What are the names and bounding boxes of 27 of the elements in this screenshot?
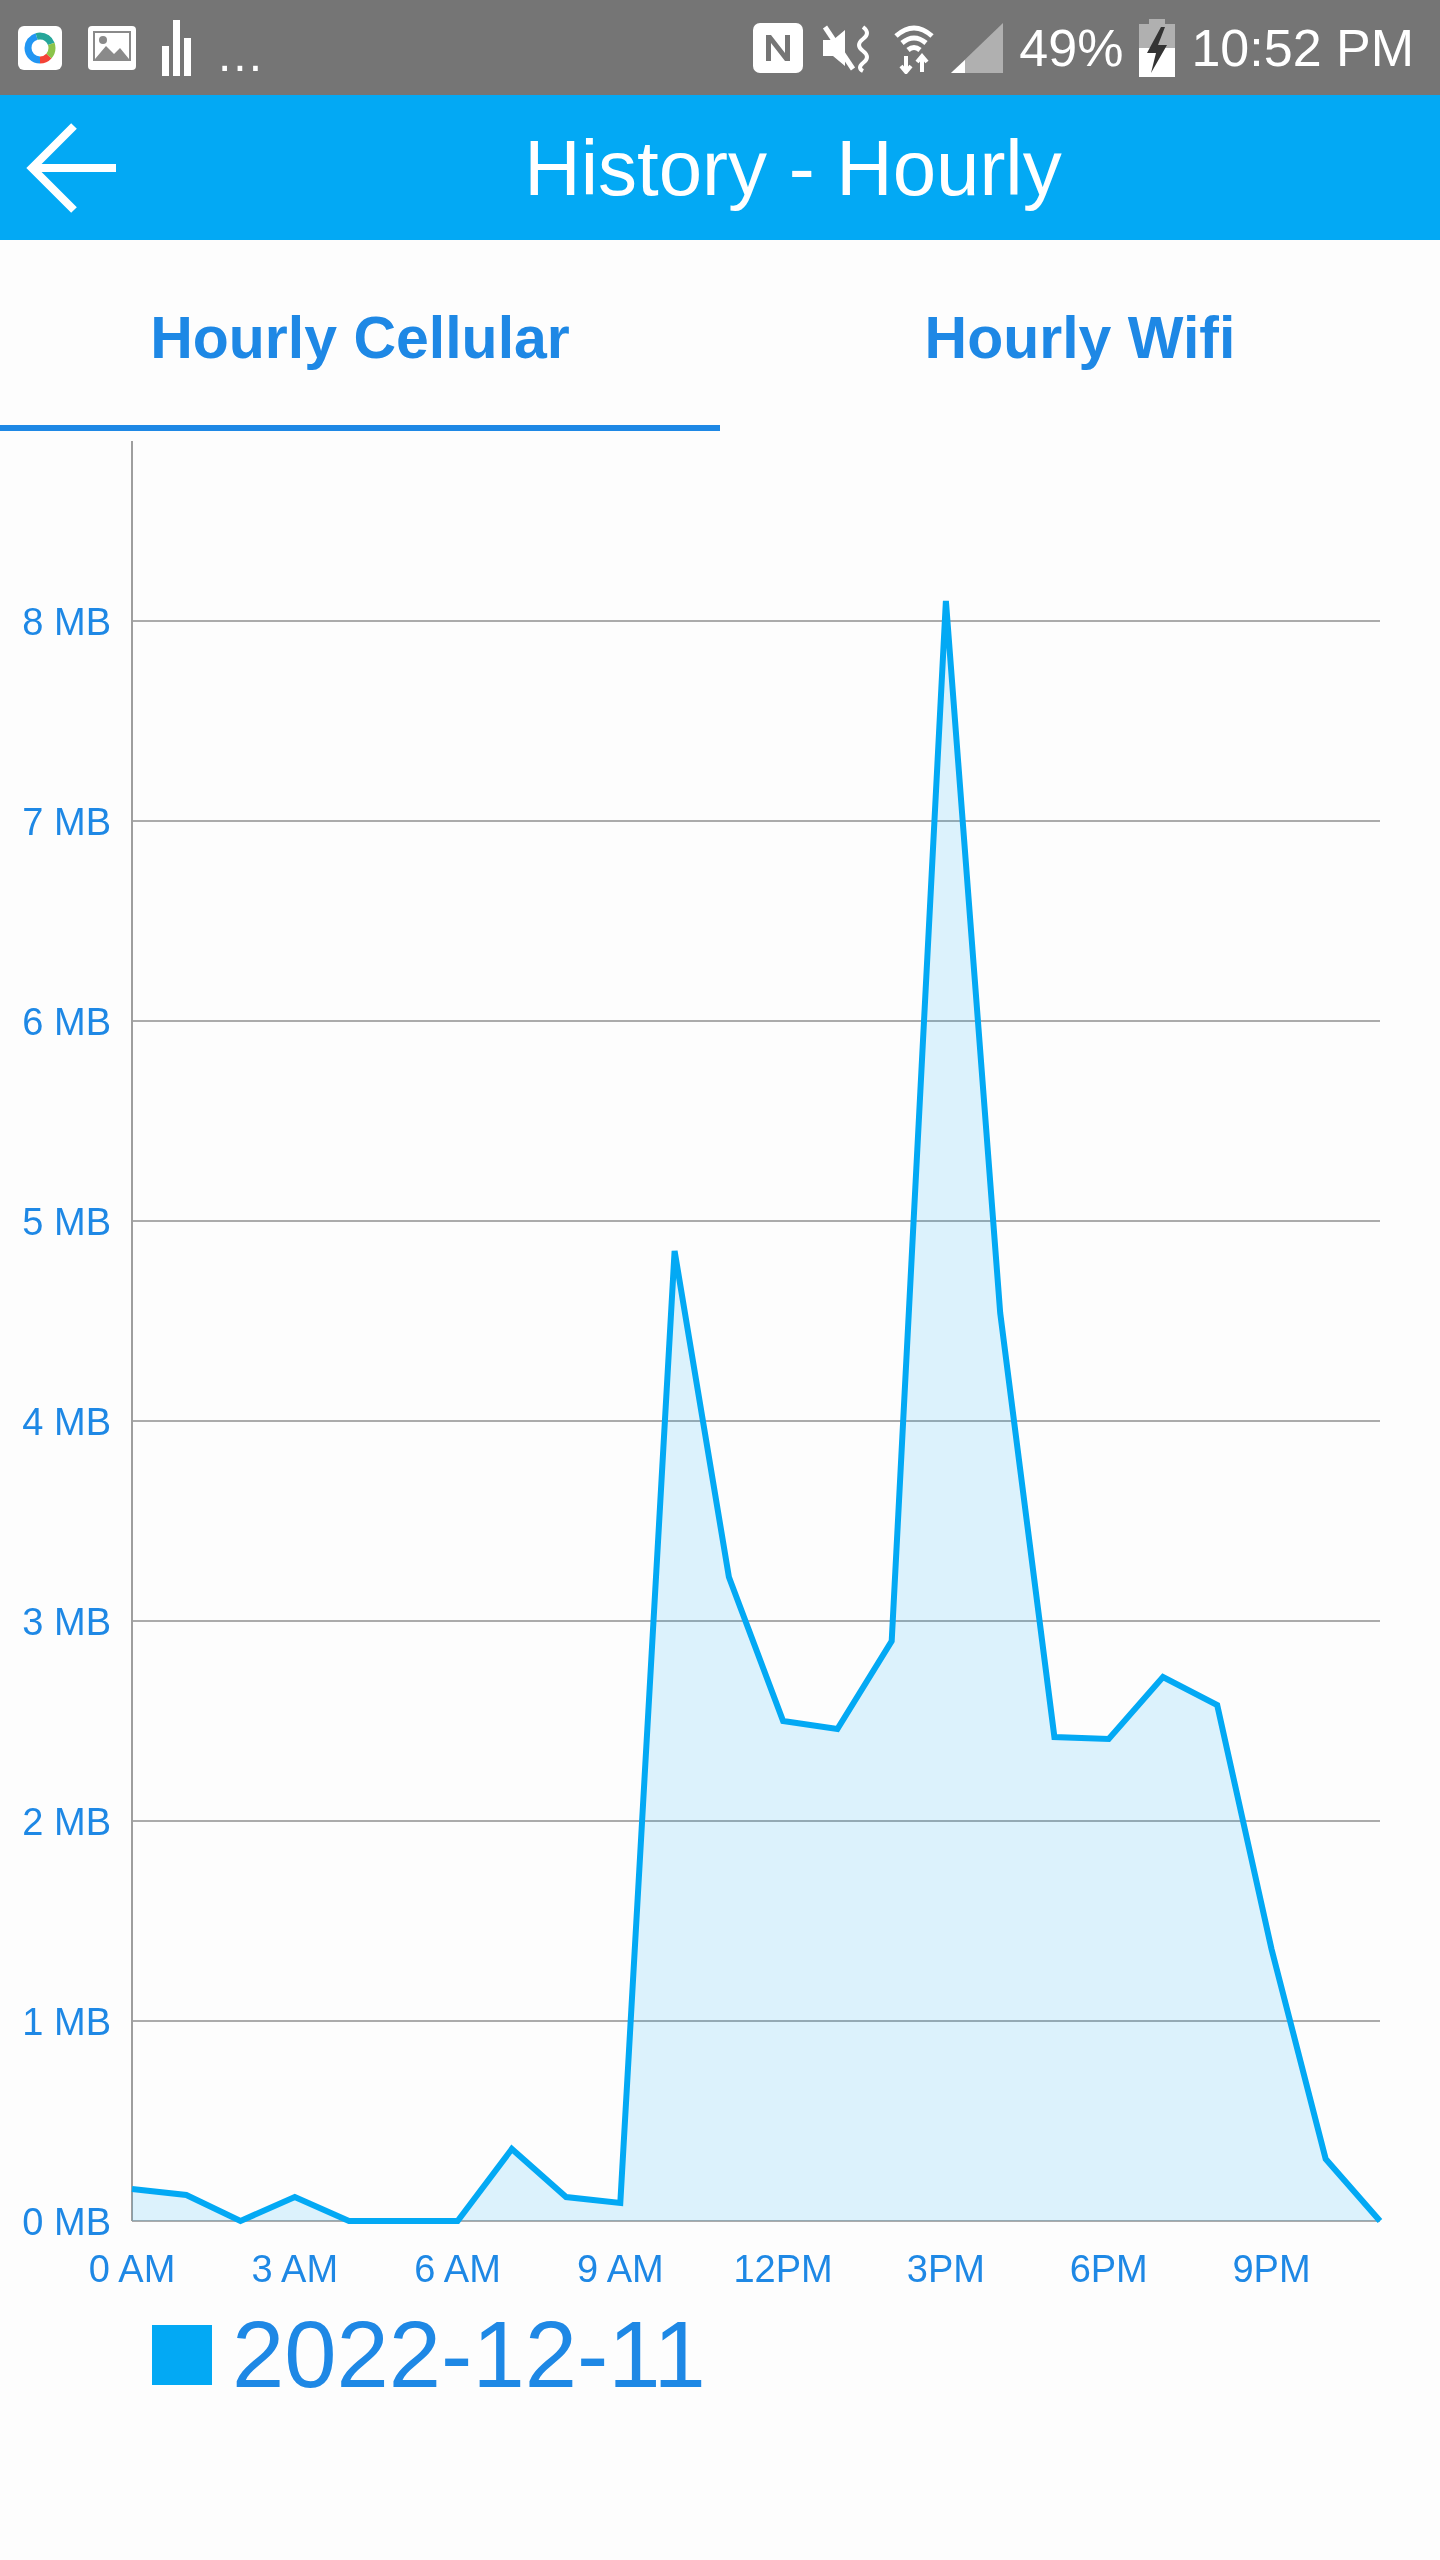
x-axis-label: 6PM (1069, 2248, 1148, 2290)
clock-text: 10:52 PM (1191, 21, 1414, 74)
x-axis-label: 9PM (1232, 2248, 1311, 2290)
y-axis-label: 6 MB (22, 1001, 111, 1043)
x-axis-label: 3 AM (251, 2248, 339, 2290)
legend-label: 2022-12-11 (232, 2308, 706, 2402)
y-axis-label: 3 MB (22, 1601, 111, 1643)
y-axis-label: 7 MB (22, 801, 111, 843)
y-axis-label: 0 MB (22, 2201, 111, 2243)
x-axis-label: 3PM (906, 2248, 985, 2290)
donut-chart-icon (18, 25, 62, 70)
image-icon (88, 25, 136, 70)
x-axis-label: 6 AM (414, 2248, 501, 2290)
y-axis-label: 4 MB (22, 1401, 111, 1443)
overflow-dots-text: ... (218, 30, 264, 79)
signal-icon (951, 22, 1004, 73)
nfc-icon (753, 22, 804, 73)
bar-chart-icon (162, 19, 192, 76)
y-axis-label: 5 MB (22, 1201, 111, 1243)
y-axis-label: 8 MB (22, 601, 111, 643)
battery-percent-text: 49% (1019, 21, 1124, 74)
battery-charging-icon (1139, 18, 1176, 77)
x-axis-label: 0 AM (88, 2248, 176, 2290)
y-axis-label: 1 MB (22, 2001, 111, 2043)
y-axis-label: 2 MB (22, 1801, 111, 1843)
x-axis-label: 12PM (733, 2248, 833, 2290)
x-axis-label: 9 AM (577, 2248, 664, 2290)
